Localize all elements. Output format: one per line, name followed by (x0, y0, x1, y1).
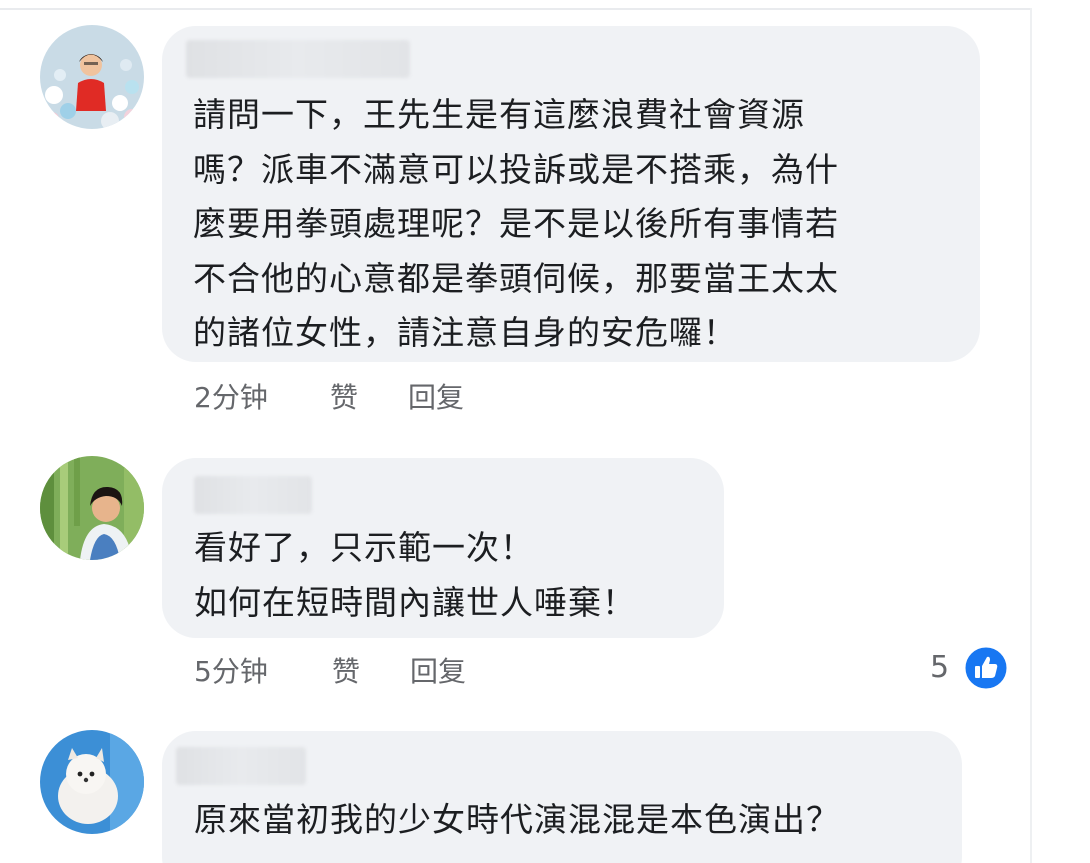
comments-page: 請問一下，王先生是有這麼浪費社會資源 嗎？派車不滿意可以投訴或是不搭乘，為什 麼… (0, 0, 1090, 863)
avatar[interactable] (40, 730, 144, 834)
scrollbar-track[interactable] (1030, 8, 1032, 863)
avatar-image (40, 730, 144, 834)
comment-text: 原來當初我的少女時代演混混是本色演出？ (194, 800, 840, 839)
author-name-redacted[interactable] (176, 747, 306, 785)
comment-bubble: 原來當初我的少女時代演混混是本色演出？ (162, 731, 962, 863)
comment-3: 原來當初我的少女時代演混混是本色演出？ (0, 0, 1030, 863)
